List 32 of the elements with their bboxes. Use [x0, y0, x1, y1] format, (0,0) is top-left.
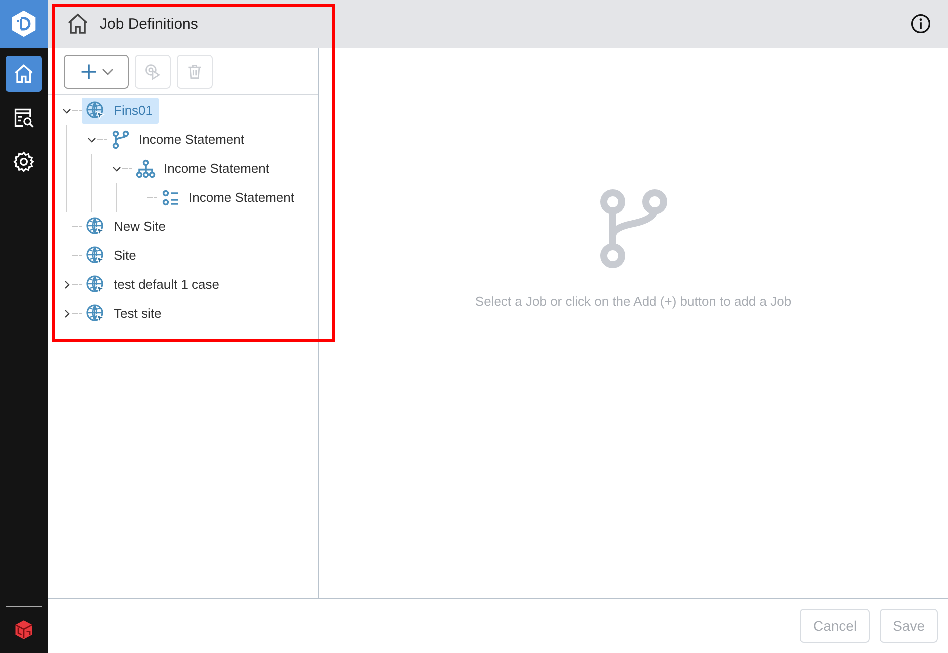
- trash-icon: [186, 63, 204, 81]
- globe-cursor-icon: [86, 216, 106, 236]
- caret-icon: [102, 68, 114, 76]
- gear-icon: [13, 151, 35, 173]
- tree-item[interactable]: Income Statement: [157, 184, 300, 210]
- hierarchy-icon: [136, 158, 156, 178]
- tree-item[interactable]: Test site: [82, 300, 168, 326]
- home-icon[interactable]: [66, 12, 90, 36]
- chevron-right-icon[interactable]: [62, 280, 72, 290]
- logo-icon: [10, 10, 38, 38]
- document-search-icon: [13, 107, 35, 129]
- info-icon[interactable]: [910, 13, 932, 35]
- branch-icon: [111, 130, 131, 150]
- branch-icon: [598, 188, 668, 272]
- list-icon: [161, 188, 181, 208]
- tree-item[interactable]: Income Statement: [132, 156, 276, 182]
- empty-state-message: Select a Job or click on the Add (+) button to add a Job: [475, 294, 792, 308]
- globe-cursor-icon: [86, 304, 106, 324]
- cube-icon: [13, 619, 35, 641]
- globe-cursor-icon: [86, 246, 106, 266]
- home-icon: [13, 63, 35, 85]
- tree-item[interactable]: Income Statement: [107, 126, 250, 152]
- globe-cursor-icon: [86, 274, 106, 294]
- plus-icon: [80, 63, 98, 81]
- add-dropdown-button[interactable]: [64, 55, 129, 89]
- tree-item[interactable]: Site: [82, 242, 142, 268]
- gear-play-icon: [144, 63, 162, 81]
- page-title: Job Definitions: [100, 16, 198, 32]
- tree-item[interactable]: test default 1 case: [82, 272, 226, 298]
- tree-item[interactable]: New Site: [82, 214, 172, 240]
- chevron-right-icon[interactable]: [62, 308, 72, 318]
- globe-cursor-icon: [86, 100, 106, 120]
